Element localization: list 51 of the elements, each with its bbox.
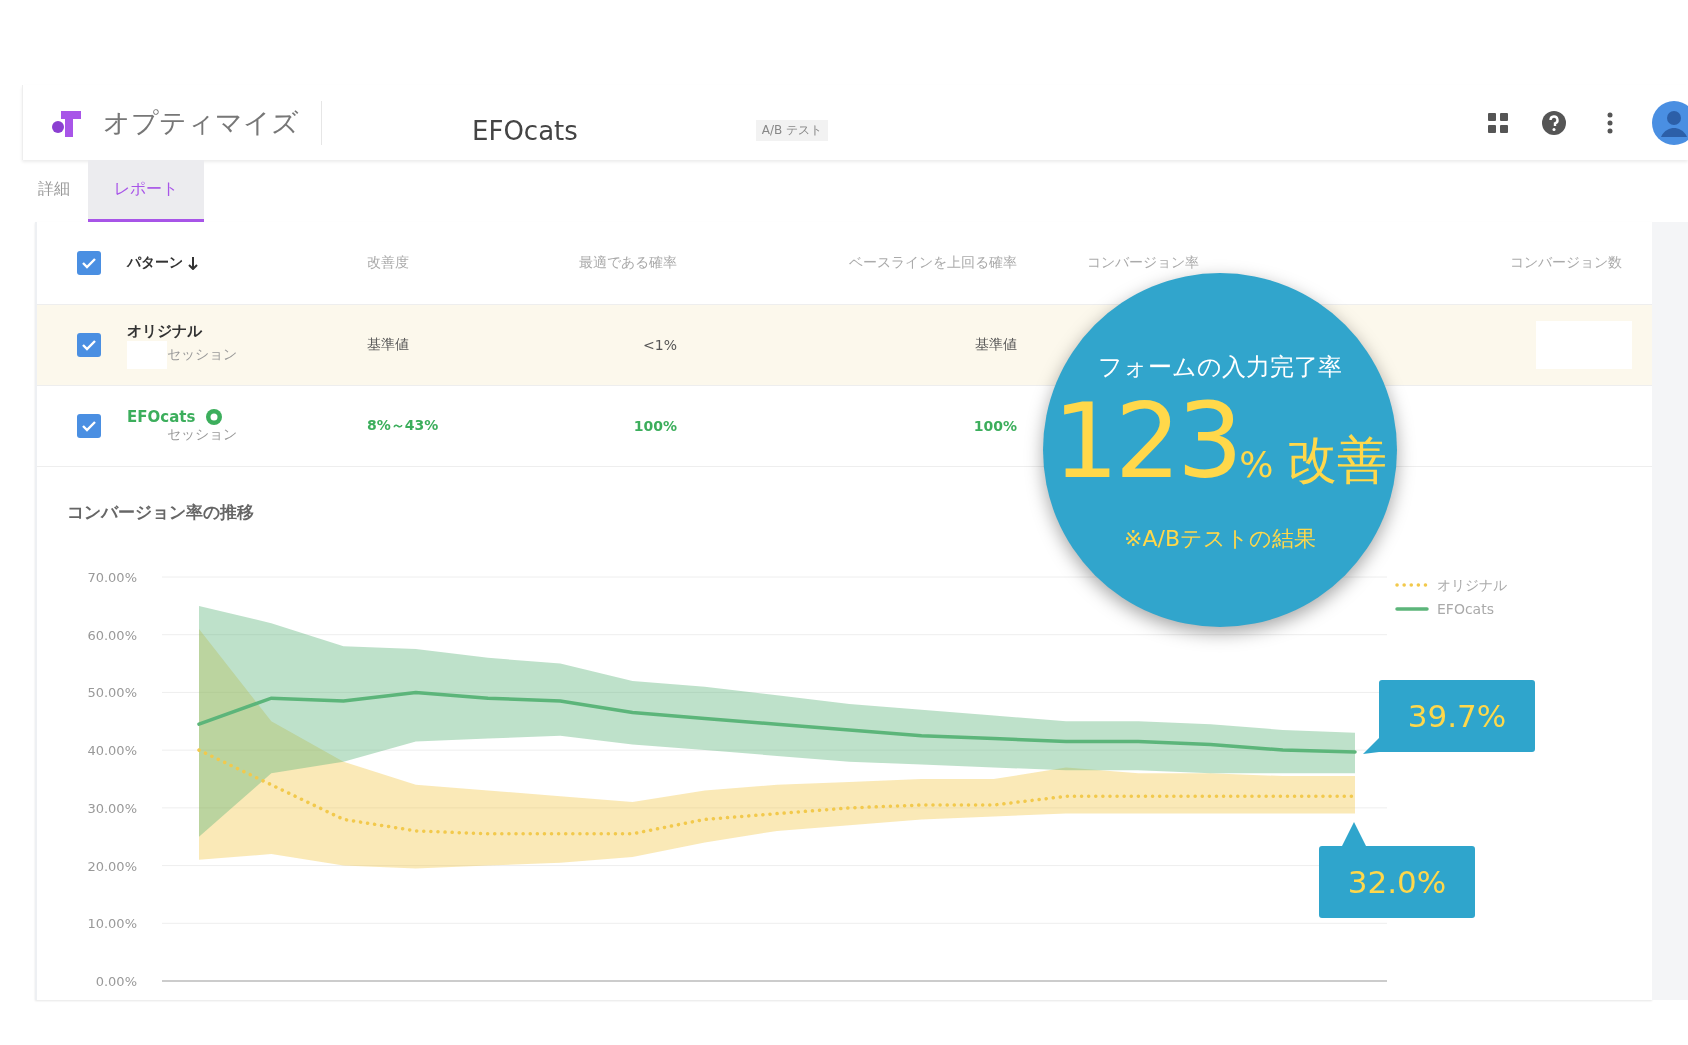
column-header[interactable]: コンバージョン数 (1337, 254, 1652, 272)
legend-label: EFOcats (1437, 601, 1494, 617)
sort-arrow-icon[interactable] (187, 256, 199, 270)
axis-tick-label: 20.00% (87, 858, 137, 874)
axis-tick-label: 70.00% (87, 570, 137, 585)
checkbox[interactable] (77, 251, 101, 275)
experiment-title: EFOcats (472, 115, 578, 146)
highlight-caption: フォームの入力完了率 (1098, 351, 1342, 383)
table-cell-text: 100% (972, 418, 1017, 434)
column-header[interactable]: 最適である確率 (497, 254, 677, 272)
checkbox[interactable] (77, 414, 101, 438)
axis-tick-label: 60.00% (87, 627, 137, 643)
value-callout: 32.0% (1319, 822, 1475, 919)
checkmark-icon (81, 338, 97, 352)
product-name: オプティマイズ (103, 100, 322, 145)
legend-item: オリジナル (1395, 577, 1507, 593)
variant-name: オリジナル (127, 321, 202, 341)
experiment-type-badge: A/B テスト (755, 120, 829, 141)
avatar-icon[interactable] (1652, 100, 1688, 145)
checkbox[interactable] (77, 333, 101, 357)
highlight-unit: % (1239, 443, 1274, 485)
column-header[interactable]: パターン (127, 254, 183, 272)
table-cell-text: 基準値 (974, 336, 1017, 354)
help-icon[interactable] (1540, 108, 1568, 137)
winner-badge-icon (205, 408, 224, 426)
checkmark-icon (81, 419, 97, 433)
column-header[interactable]: ベースラインを上回る確率 (677, 254, 1017, 272)
table-cell-text: 8%～43% (367, 417, 440, 435)
value-callout: 39.7% (1363, 679, 1535, 754)
variant-name: EFOcats (127, 408, 196, 426)
legend-label: オリジナル (1437, 577, 1507, 593)
legend-item: EFOcats (1395, 601, 1494, 617)
column-header[interactable]: コンバージョン率 (1017, 254, 1337, 272)
sessions-label: セッション (167, 426, 237, 444)
highlight-note: ※A/Bテストの結果 (1124, 524, 1316, 553)
column-header[interactable]: 改善度 (367, 254, 497, 272)
axis-tick-label: 0.00% (95, 974, 137, 989)
table-cell-text: 基準値 (367, 336, 410, 354)
tab[interactable]: レポート (88, 160, 204, 222)
axis-tick-label: 40.00% (87, 743, 137, 759)
chart-title: コンバージョン率の推移 (67, 501, 254, 524)
axis-tick-label: 30.00% (87, 800, 137, 816)
highlight-number: 123 (1052, 388, 1240, 493)
sessions-label: セッション (167, 345, 237, 364)
table-cell-text: 100% (632, 418, 677, 434)
tab[interactable]: 詳細 (20, 160, 88, 222)
axis-tick-label: 50.00% (87, 685, 137, 701)
highlight-word: 改善 (1287, 429, 1388, 491)
checkmark-icon (81, 256, 97, 270)
axis-tick-label: 10.00% (87, 916, 137, 932)
table-cell-text: <1% (642, 337, 677, 353)
